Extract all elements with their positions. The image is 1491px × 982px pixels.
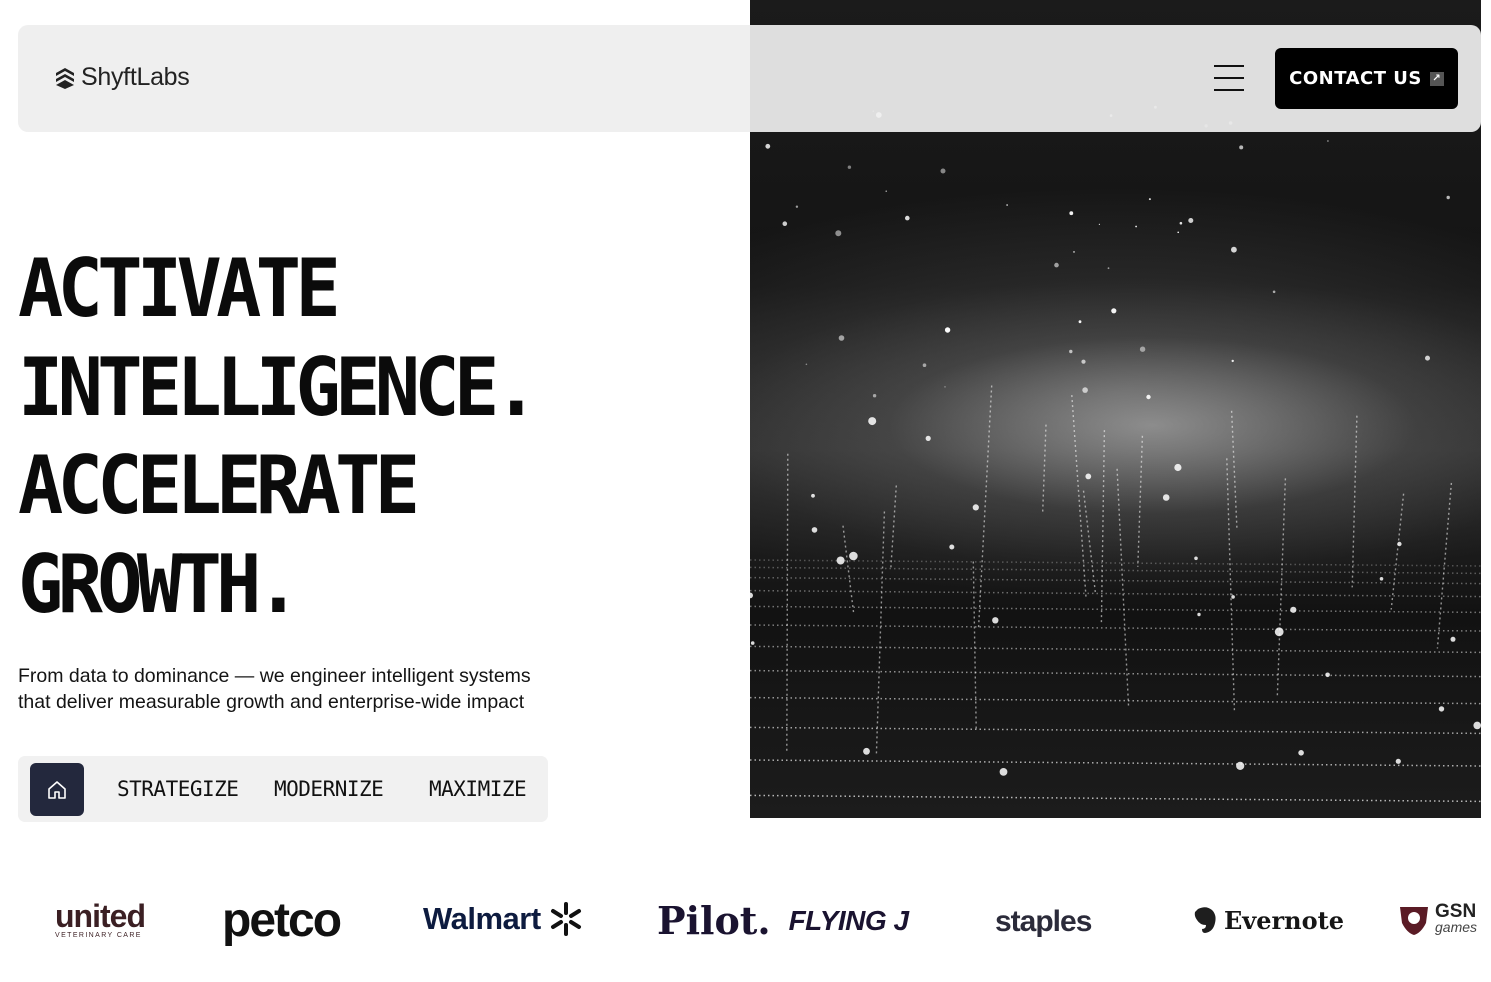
walmart-spark-icon [550,902,581,936]
contact-us-label: CONTACT US [1289,68,1422,89]
client-logo-gsn-games: GSN games [1397,902,1477,937]
headline-line: INTELLIGENCE. [18,340,539,434]
tab-strategize[interactable]: STRATEGIZE [117,777,239,801]
client-logo-evernote: Evernote [1192,905,1344,935]
home-icon[interactable] [30,763,84,816]
client-logo-walmart: Walmart [423,900,585,938]
evernote-elephant-icon [1194,907,1216,933]
subtext-line: that deliver measurable growth and enter… [18,691,525,713]
headline-line: ACCELERATE [18,439,420,532]
client-logo-petco: petco [222,894,342,947]
hero-subtext: From data to dominance — we engineer int… [18,663,578,715]
gsn-shield-icon [1400,907,1428,935]
arrow-up-right-icon: ↗ [1429,71,1444,86]
navbar: ShyftLabs CONTACT US ↗ [18,25,1481,132]
brand-name: ShyftLabs [81,63,190,91]
contact-us-button[interactable]: CONTACT US ↗ [1275,48,1458,109]
client-logo-staples: staples [995,905,1092,938]
shyftlabs-logo-icon [56,67,74,89]
hero-headline: ACTIVATE INTELLIGENCE. ACCELERATE GROWTH… [18,240,566,634]
headline-line: ACTIVATE [18,242,341,335]
hamburger-menu-icon[interactable] [1214,63,1244,93]
tab-modernize[interactable]: MODERNIZE [274,777,384,801]
client-logo-united: united VETERINARY CARE [55,898,146,939]
tab-maximize[interactable]: MAXIMIZE [429,777,527,801]
headline-line: GROWTH. [18,537,301,631]
hero-tab-bar: STRATEGIZE MODERNIZE MAXIMIZE [18,756,548,822]
subtext-line: From data to dominance — we engineer int… [18,665,531,687]
client-logo-pilot-flyingj: Pilot. FLYING J [657,898,909,943]
brand-logo[interactable]: ShyftLabs [55,63,190,92]
